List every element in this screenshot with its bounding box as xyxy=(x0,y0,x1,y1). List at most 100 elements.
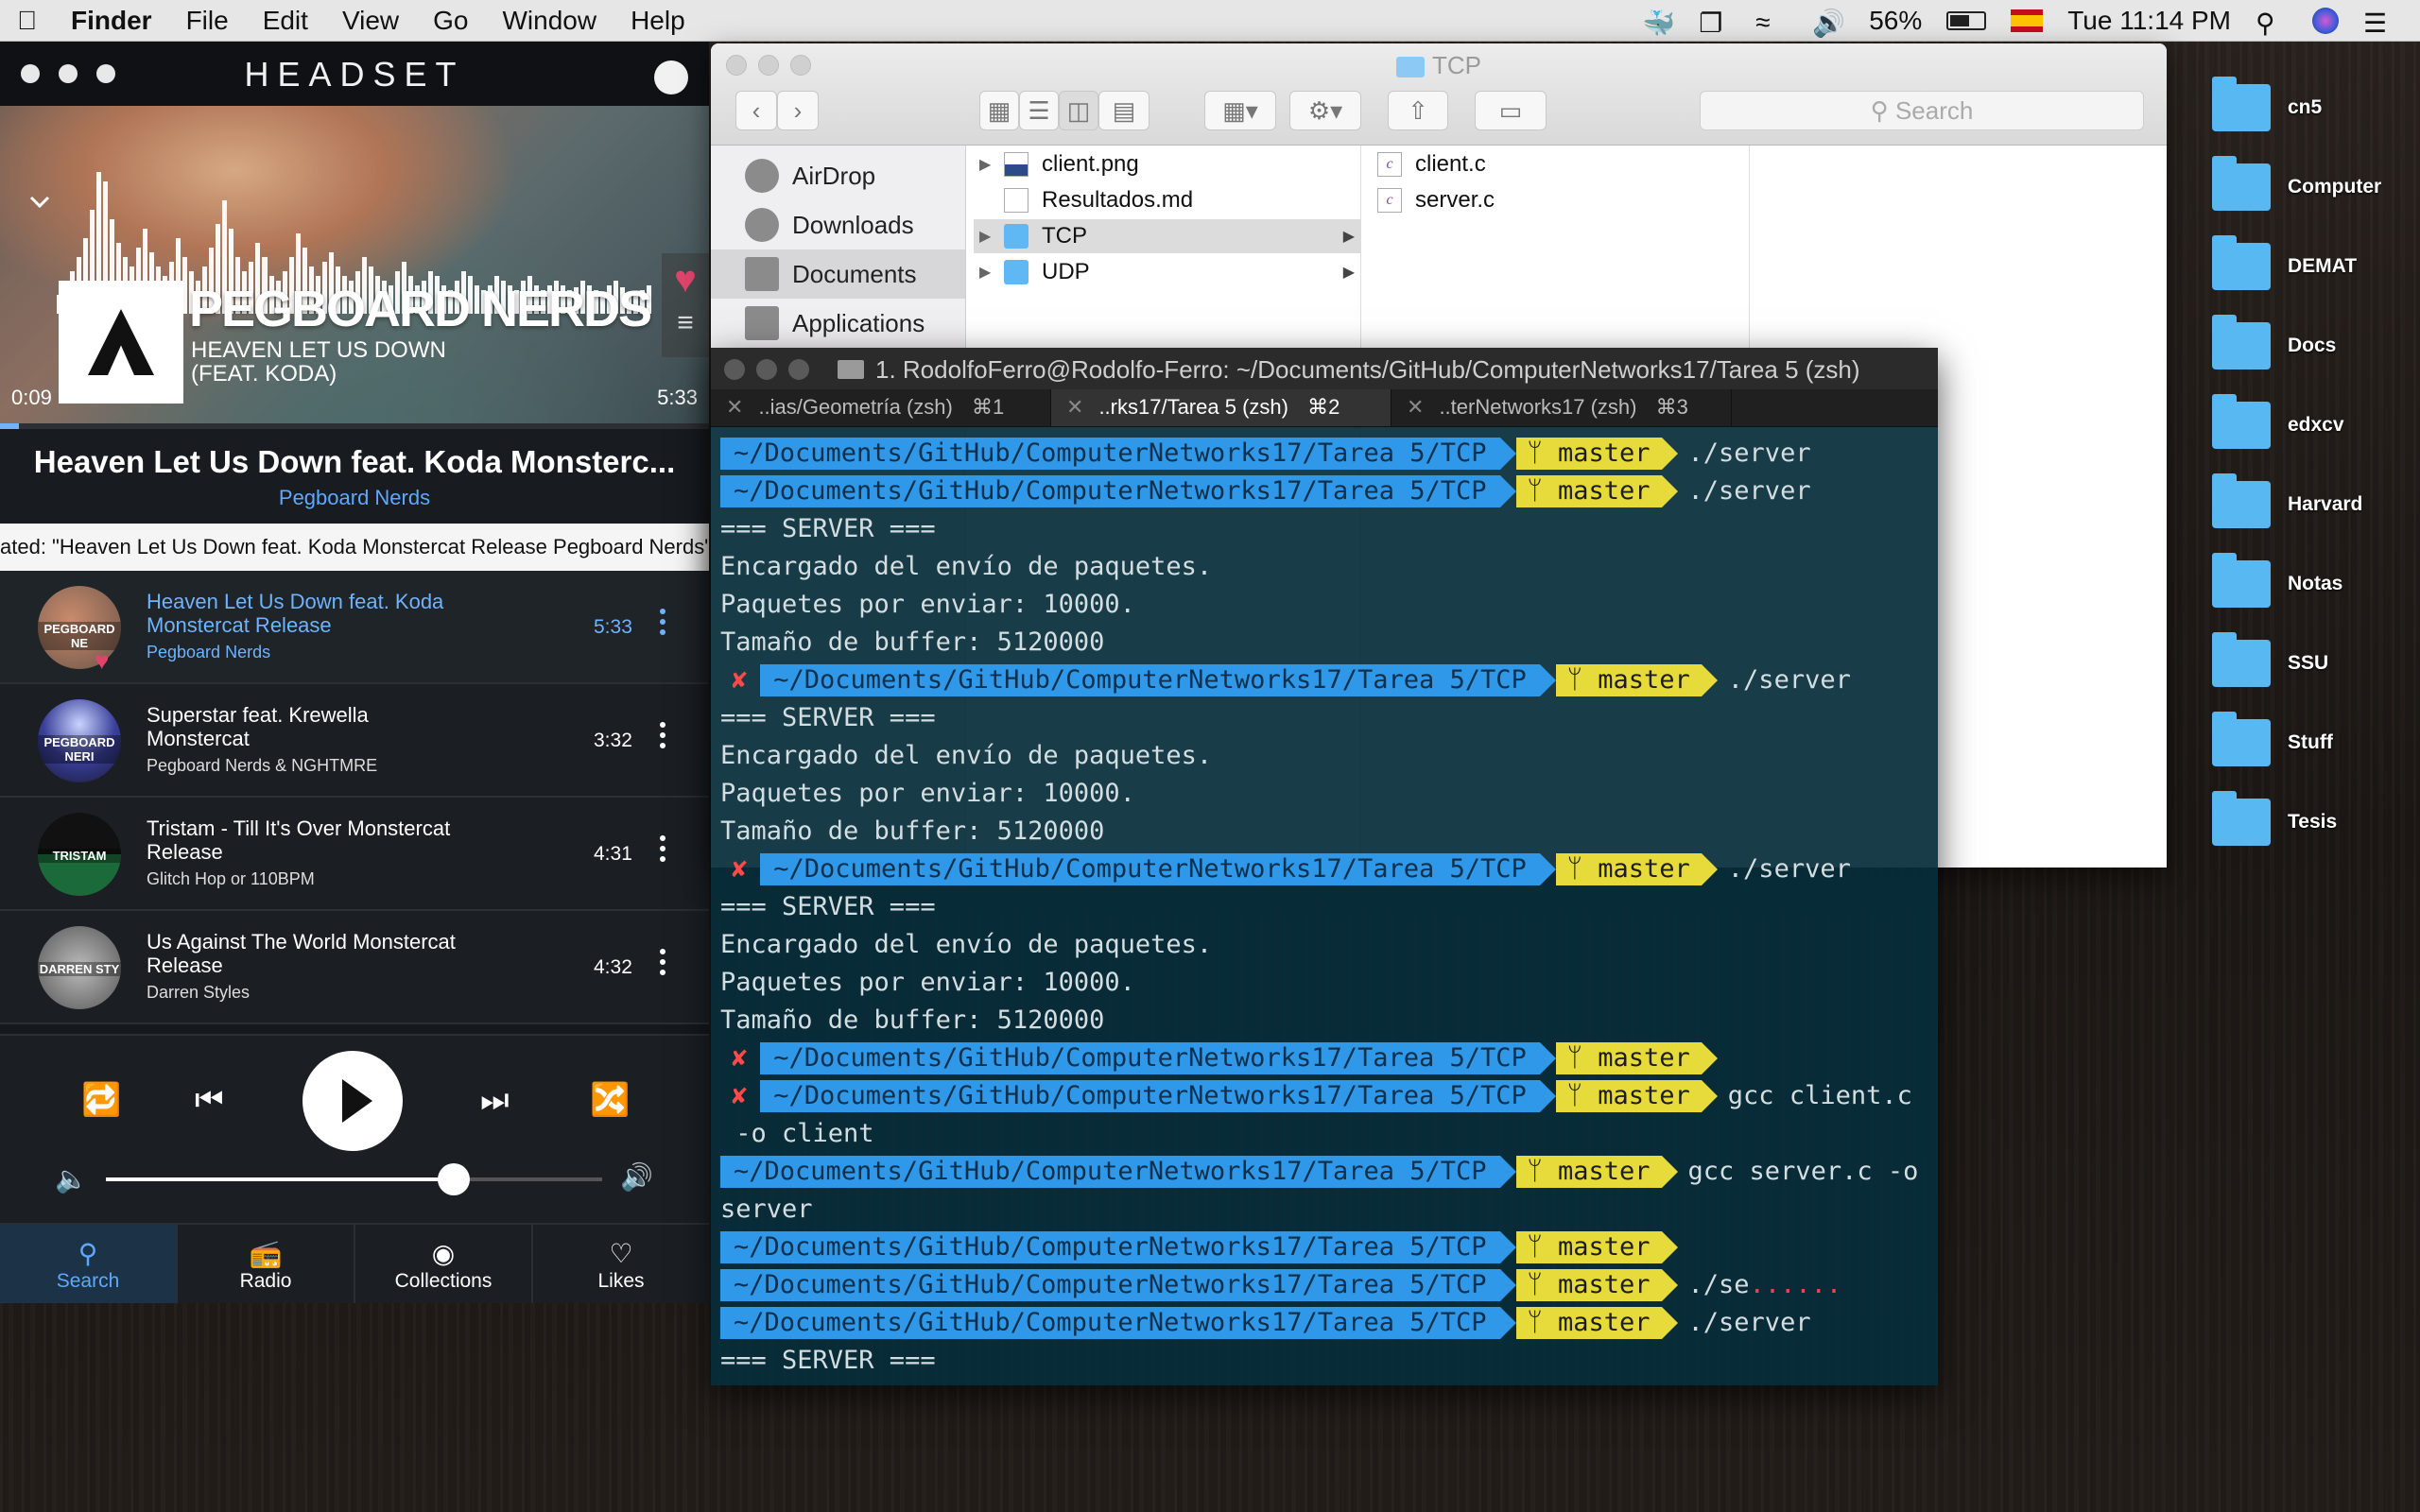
desktop-folder[interactable]: Stuff xyxy=(2212,703,2411,782)
gallery-view-icon[interactable]: ▤ xyxy=(1098,91,1150,130)
menu-view[interactable]: View xyxy=(325,6,416,36)
siri-icon[interactable] xyxy=(2312,7,2339,34)
gear-icon[interactable]: ⚙▾ xyxy=(1289,91,1361,130)
git-branch-icon: ᛘ xyxy=(1527,476,1558,506)
desktop-folder[interactable]: DEMAT xyxy=(2212,227,2411,306)
sidebar-item-applications[interactable]: Applications xyxy=(711,299,965,348)
desktop-folder[interactable]: Harvard xyxy=(2212,465,2411,544)
docker-icon[interactable]: 🐳 xyxy=(1642,8,1675,38)
menu-edit[interactable]: Edit xyxy=(246,6,325,36)
desktop-folder[interactable]: Tesis xyxy=(2212,782,2411,862)
prompt-command: gcc client.c xyxy=(1727,1081,1912,1110)
terminal-tab[interactable]: ✕ ..rks17/Tarea 5 (zsh) ⌘2 xyxy=(1051,389,1392,426)
menu-clock[interactable]: Tue 11:14 PM xyxy=(2067,6,2231,36)
chevron-down-icon[interactable] xyxy=(28,191,51,214)
share-icon[interactable]: ⇧ xyxy=(1388,91,1448,130)
close-tab-icon[interactable]: ✕ xyxy=(1066,395,1083,419)
queue-item[interactable]: TRISTAM Tristam - Till It's Over Monster… xyxy=(0,798,709,911)
icon-view-icon[interactable]: ▦ xyxy=(979,91,1019,130)
queue-item[interactable]: DARREN STY Us Against The World Monsterc… xyxy=(0,911,709,1024)
input-source-flag-icon[interactable] xyxy=(2011,9,2044,32)
file-item[interactable]: c server.c xyxy=(1362,183,1749,217)
search-field[interactable]: ⚲ Search xyxy=(1700,91,2144,130)
shuffle-icon[interactable]: 🔀 xyxy=(590,1081,630,1119)
git-branch-icon: ᛘ xyxy=(1527,1270,1558,1299)
sidebar-label: AirDrop xyxy=(792,161,876,190)
terminal-tab[interactable]: ✕ ..ias/Geometría (zsh) ⌘1 xyxy=(711,389,1051,426)
zoom-button[interactable] xyxy=(788,359,809,380)
prompt-command: ./server xyxy=(1687,1308,1811,1337)
minimize-button[interactable] xyxy=(756,359,777,380)
thumbnail-label: PEGBOARD NERI xyxy=(38,735,121,764)
menu-app-name[interactable]: Finder xyxy=(54,6,169,36)
prompt-git-branch: ᛘ master xyxy=(1555,664,1718,696)
now-playing-artist[interactable]: Pegboard Nerds xyxy=(0,486,709,510)
nav-search[interactable]: ⚲ Search xyxy=(0,1225,178,1303)
volume-mute-icon[interactable]: 🔈 xyxy=(55,1160,88,1198)
file-item[interactable]: ▶ client.png xyxy=(974,147,1360,181)
prompt-path: ~/Documents/GitHub/ComputerNetworks17/Ta… xyxy=(720,1231,1516,1263)
close-tab-icon[interactable]: ✕ xyxy=(1407,395,1424,419)
previous-track-icon[interactable]: ⏮ xyxy=(195,1081,224,1119)
sidebar-item-airdrop[interactable]: AirDrop xyxy=(711,151,965,200)
volume-max-icon[interactable]: 🔊 xyxy=(620,1159,653,1196)
nav-likes[interactable]: ♡ Likes xyxy=(533,1225,709,1303)
branch-name: master xyxy=(1598,665,1690,695)
column-view-icon[interactable]: ◫ xyxy=(1059,91,1098,130)
tag-icon[interactable]: ▭ xyxy=(1475,91,1547,130)
like-heart-icon[interactable]: ♥ xyxy=(662,259,709,301)
more-options-icon[interactable] xyxy=(658,722,667,760)
forward-button[interactable]: › xyxy=(777,91,819,130)
desktop-folder[interactable]: cn5 xyxy=(2212,68,2411,147)
menu-help[interactable]: Help xyxy=(614,6,702,36)
terminal-output[interactable]: ~/Documents/GitHub/ComputerNetworks17/Ta… xyxy=(720,435,1930,1380)
play-button[interactable] xyxy=(302,1051,403,1151)
volume-icon[interactable]: 🔊 xyxy=(1812,8,1845,38)
arrange-icon[interactable]: ▦▾ xyxy=(1204,91,1276,130)
sidebar-item-downloads[interactable]: Downloads xyxy=(711,200,965,249)
desktop-folder[interactable]: Computer xyxy=(2212,147,2411,227)
queue-item[interactable]: PEGBOARD NE ♥ Heaven Let Us Down feat. K… xyxy=(0,571,709,684)
nav-collections[interactable]: ◉ Collections xyxy=(355,1225,533,1303)
notification-center-icon[interactable]: ☰ xyxy=(2363,8,2395,38)
desktop-folder[interactable]: Notas xyxy=(2212,544,2411,624)
screen-capture-icon[interactable]: ❐ xyxy=(1699,8,1731,38)
desktop-folder[interactable]: Docs xyxy=(2212,306,2411,386)
volume-knob[interactable] xyxy=(437,1163,470,1195)
git-branch-icon: ᛘ xyxy=(1566,854,1599,884)
liked-heart-icon[interactable]: ♥ xyxy=(95,646,109,676)
more-options-icon[interactable] xyxy=(658,609,667,646)
nav-radio[interactable]: 📻 Radio xyxy=(178,1225,355,1303)
queue-item[interactable]: PEGBOARD NERI Superstar feat. Krewella M… xyxy=(0,684,709,798)
battery-icon[interactable] xyxy=(1946,10,1987,30)
wifi-icon[interactable]: ≈ xyxy=(1755,8,1788,37)
back-button[interactable]: ‹ xyxy=(735,91,777,130)
file-item[interactable]: Resultados.md xyxy=(974,183,1360,217)
close-button[interactable] xyxy=(724,359,745,380)
more-options-icon[interactable] xyxy=(658,949,667,987)
menu-file[interactable]: File xyxy=(169,6,246,36)
terminal-titlebar: 1. RodolfoFerro@Rodolfo-Ferro: ~/Documen… xyxy=(711,348,1938,389)
add-to-queue-icon[interactable]: ≡ xyxy=(662,307,709,339)
desktop-folder[interactable]: edxcv xyxy=(2212,386,2411,465)
prompt-git-branch: ᛘ master xyxy=(1515,1231,1678,1263)
list-view-icon[interactable]: ☰ xyxy=(1019,91,1059,130)
folder-item[interactable]: ▶ UDP ▶ xyxy=(974,255,1360,289)
apple-menu-icon[interactable]:  xyxy=(0,6,54,36)
terminal-tab[interactable]: ✕ ..terNetworks17 (zsh) ⌘3 xyxy=(1392,389,1732,426)
next-track-icon[interactable]: ⏭ xyxy=(480,1081,510,1119)
sidebar-item-documents[interactable]: Documents xyxy=(711,249,965,299)
menu-go[interactable]: Go xyxy=(416,6,485,36)
folder-item[interactable]: ▶ TCP ▶ xyxy=(974,219,1360,253)
battery-percent[interactable]: 56% xyxy=(1869,6,1922,36)
queue-thumbnail: DARREN STY xyxy=(38,926,121,1009)
more-options-icon[interactable] xyxy=(658,835,667,873)
repeat-icon[interactable]: 🔁 xyxy=(81,1081,121,1119)
close-tab-icon[interactable]: ✕ xyxy=(726,395,743,419)
file-item[interactable]: c client.c xyxy=(1362,147,1749,181)
account-icon[interactable] xyxy=(654,60,688,94)
desktop-folder[interactable]: SSU xyxy=(2212,624,2411,703)
spotlight-search-icon[interactable]: ⚲ xyxy=(2256,8,2288,38)
volume-slider[interactable] xyxy=(106,1163,602,1195)
menu-window[interactable]: Window xyxy=(485,6,614,36)
